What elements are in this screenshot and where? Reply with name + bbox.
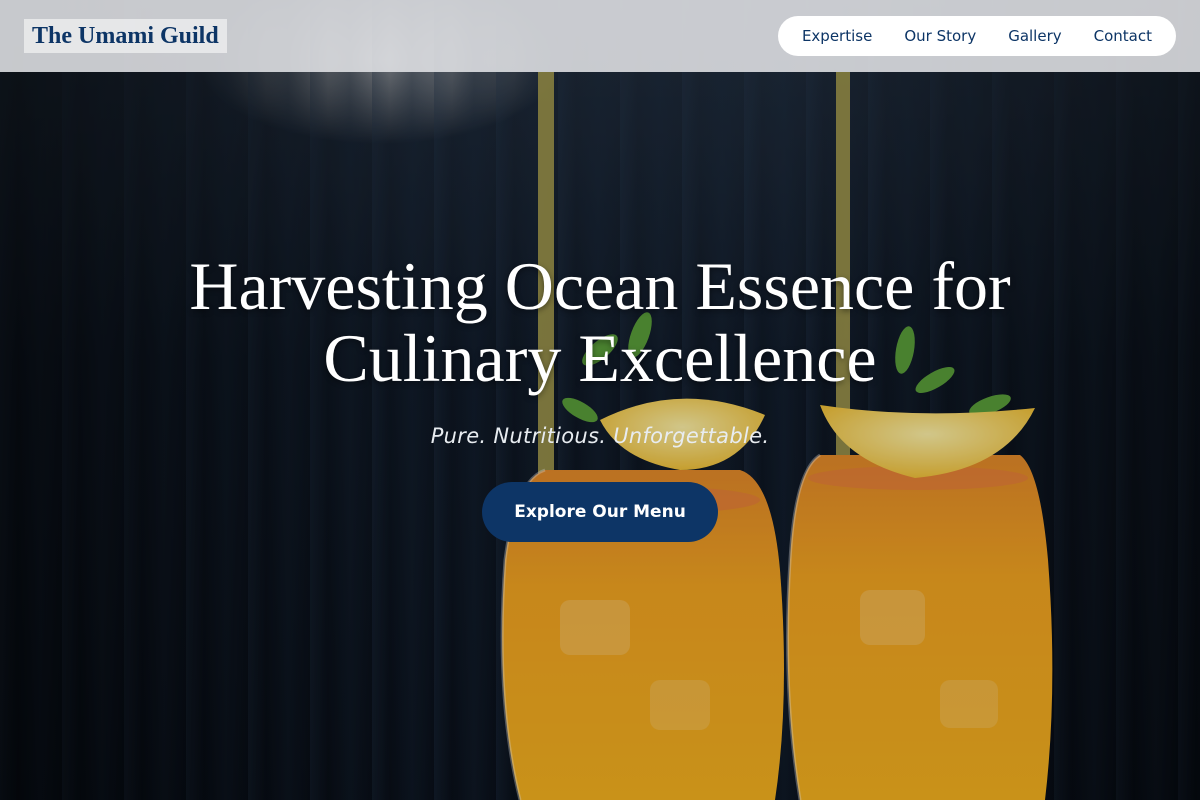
site-header: The Umami Guild Expertise Our Story Gall… bbox=[0, 0, 1200, 72]
hero-section: The Umami Guild Expertise Our Story Gall… bbox=[0, 0, 1200, 800]
nav-link-contact[interactable]: Contact bbox=[1078, 16, 1168, 56]
hero-headline-line-1: Harvesting Ocean Essence for bbox=[189, 248, 1011, 324]
hero-headline-line-2: Culinary Excellence bbox=[323, 320, 877, 396]
explore-menu-button[interactable]: Explore Our Menu bbox=[482, 482, 718, 542]
main-nav: Expertise Our Story Gallery Contact bbox=[777, 16, 1176, 56]
hero-tagline: Pure. Nutritious. Unforgettable. bbox=[430, 424, 770, 448]
site-logo[interactable]: The Umami Guild bbox=[24, 19, 227, 53]
hero-content: Harvesting Ocean Essence for Culinary Ex… bbox=[0, 250, 1200, 542]
nav-link-our-story[interactable]: Our Story bbox=[888, 16, 992, 56]
hero-headline: Harvesting Ocean Essence for Culinary Ex… bbox=[0, 250, 1200, 394]
nav-link-gallery[interactable]: Gallery bbox=[992, 16, 1077, 56]
nav-link-expertise[interactable]: Expertise bbox=[786, 16, 888, 56]
